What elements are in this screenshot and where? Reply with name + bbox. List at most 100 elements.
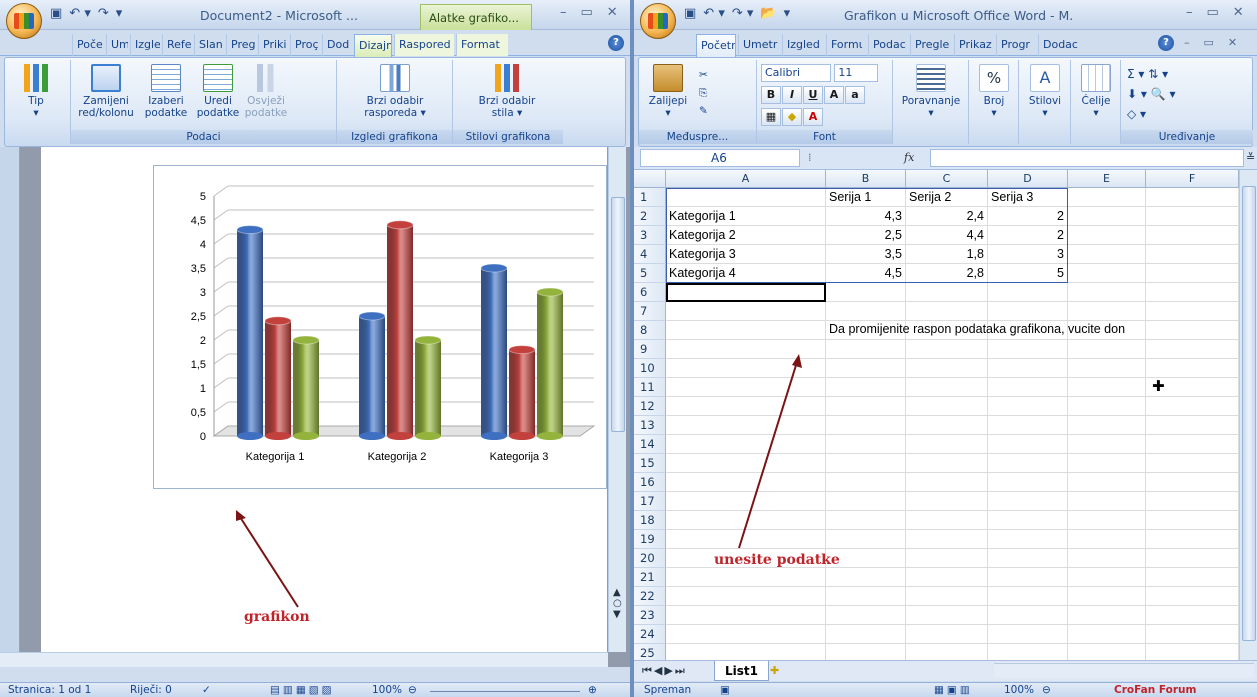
grid-cell[interactable] — [666, 359, 826, 378]
tab-dod[interactable]: Dod — [322, 34, 352, 56]
expand-formula-bar-icon[interactable]: ≚ — [1246, 151, 1255, 164]
grid-cell[interactable] — [1146, 226, 1239, 245]
category-cell[interactable]: Kategorija 2 — [666, 226, 826, 245]
grid-cell[interactable] — [1068, 188, 1146, 207]
row-header[interactable]: 23 — [634, 606, 666, 625]
grid-cell[interactable] — [1146, 625, 1239, 644]
redo-icon[interactable]: ↷ — [98, 6, 109, 21]
grid-cell[interactable] — [906, 435, 988, 454]
grid-cell[interactable] — [826, 511, 906, 530]
refresh-data-button[interactable]: Osvježi podatke — [243, 64, 289, 119]
word-horizontal-scrollbar[interactable] — [0, 652, 608, 667]
category-cell[interactable]: Kategorija 4 — [666, 264, 826, 283]
grid-cell[interactable] — [666, 283, 826, 302]
grid-cell[interactable] — [1146, 416, 1239, 435]
grid-cell[interactable] — [1146, 283, 1239, 302]
grid-cell[interactable] — [826, 625, 906, 644]
grid-cell[interactable] — [826, 530, 906, 549]
row-header[interactable]: 16 — [634, 473, 666, 492]
grid-cell[interactable] — [666, 644, 826, 660]
row-header[interactable]: 9 — [634, 340, 666, 359]
grid-cell[interactable] — [906, 378, 988, 397]
grid-cell[interactable] — [906, 587, 988, 606]
tab-refe[interactable]: Refe — [162, 34, 192, 56]
value-cell[interactable]: 5 — [988, 264, 1068, 283]
styles-button[interactable]: A Stilovi ▾ — [1025, 64, 1065, 119]
grid-cell[interactable] — [666, 454, 826, 473]
redo-icon[interactable]: ↷ ▾ — [732, 6, 754, 21]
grid-cell[interactable] — [1068, 359, 1146, 378]
format-painter-icon[interactable]: ✎ — [699, 105, 708, 117]
grid-cell[interactable] — [988, 473, 1068, 492]
customize-qat-icon[interactable]: ▾ — [784, 6, 791, 21]
grid-cell[interactable] — [666, 397, 826, 416]
value-cell[interactable]: 4,4 — [906, 226, 988, 245]
view-buttons[interactable]: ▤▥▦▧▨ — [270, 684, 335, 696]
save-icon[interactable]: ▣ — [50, 6, 62, 21]
category-cell[interactable]: Kategorija 1 — [666, 207, 826, 226]
tab-poče[interactable]: Poče — [72, 34, 104, 56]
sheet-tab-list1[interactable]: List1 — [714, 661, 769, 681]
column-header-e[interactable]: E — [1068, 170, 1146, 188]
tab-podac[interactable]: Podac — [868, 34, 908, 56]
grid-cell[interactable] — [666, 321, 826, 340]
grid-cell[interactable] — [1068, 245, 1146, 264]
grid-cell[interactable] — [1146, 587, 1239, 606]
grid-cell[interactable] — [826, 283, 906, 302]
shrink-font-button[interactable]: a — [845, 86, 865, 104]
grid-cell[interactable] — [1146, 530, 1239, 549]
grid-cell[interactable] — [666, 302, 826, 321]
grid-cell[interactable] — [666, 473, 826, 492]
row-header[interactable]: 13 — [634, 416, 666, 435]
value-cell[interactable]: 2 — [988, 226, 1068, 245]
customize-qat-icon[interactable]: ▾ — [116, 6, 123, 21]
grid-cell[interactable] — [826, 435, 906, 454]
number-button[interactable]: % Broj ▾ — [975, 64, 1013, 119]
restore-icon[interactable]: ▭ — [1204, 36, 1214, 49]
grid-cell[interactable] — [1146, 264, 1239, 283]
grid-cell[interactable] — [826, 359, 906, 378]
quick-style-button[interactable]: Brzi odabir stila ▾ — [463, 64, 551, 119]
row-header[interactable]: 8 — [634, 321, 666, 340]
grid-cell[interactable] — [988, 359, 1068, 378]
grid-cell[interactable] — [666, 378, 826, 397]
series-header-cell[interactable]: Serija 2 — [906, 188, 988, 207]
category-cell[interactable]: Kategorija 3 — [666, 245, 826, 264]
tab-progr[interactable]: Progr — [996, 34, 1036, 56]
grid-cell[interactable] — [906, 606, 988, 625]
grid-cell[interactable] — [906, 568, 988, 587]
column-header-c[interactable]: C — [906, 170, 988, 188]
grid-cell[interactable] — [988, 435, 1068, 454]
grid-cell[interactable] — [1146, 549, 1239, 568]
row-header[interactable]: 21 — [634, 568, 666, 587]
minimize-icon[interactable]: – — [1184, 36, 1190, 49]
insert-sheet-icon[interactable]: ✚ — [770, 664, 779, 677]
grid-cell[interactable] — [1068, 340, 1146, 359]
tab-izgle[interactable]: Izgle — [130, 34, 160, 56]
copy-icon[interactable]: ⎘ — [699, 87, 707, 99]
underline-button[interactable]: U — [803, 86, 823, 104]
worksheet-grid[interactable]: A B C D E F 1 2 3 4 5 6 7 8 9 10 11 12 13 14 15 16 17 18 19 20 21 2… — [634, 170, 1239, 660]
grid-cell[interactable] — [1068, 530, 1146, 549]
row-header[interactable]: 19 — [634, 530, 666, 549]
grid-cell[interactable] — [1068, 587, 1146, 606]
grid-cell[interactable] — [988, 568, 1068, 587]
grid-cell[interactable] — [1068, 397, 1146, 416]
grid-cell[interactable] — [1146, 321, 1239, 340]
row-header[interactable]: 17 — [634, 492, 666, 511]
grid-cell[interactable] — [1146, 568, 1239, 587]
value-cell[interactable]: 1,8 — [906, 245, 988, 264]
grid-cell[interactable] — [826, 454, 906, 473]
grid-cell[interactable] — [906, 473, 988, 492]
zoom-slider[interactable] — [430, 684, 580, 692]
grid-cell[interactable] — [906, 644, 988, 660]
help-icon[interactable]: ? — [608, 35, 624, 51]
grid-cell[interactable] — [1146, 397, 1239, 416]
grid-cell[interactable] — [1068, 473, 1146, 492]
row-header[interactable]: 12 — [634, 397, 666, 416]
grid-cell[interactable] — [906, 359, 988, 378]
open-icon[interactable]: 📂 — [760, 6, 776, 21]
browse-controls[interactable]: ▲ ○ ▼ — [613, 587, 622, 620]
row-header[interactable]: 22 — [634, 587, 666, 606]
row-header[interactable]: 4 — [634, 245, 666, 264]
